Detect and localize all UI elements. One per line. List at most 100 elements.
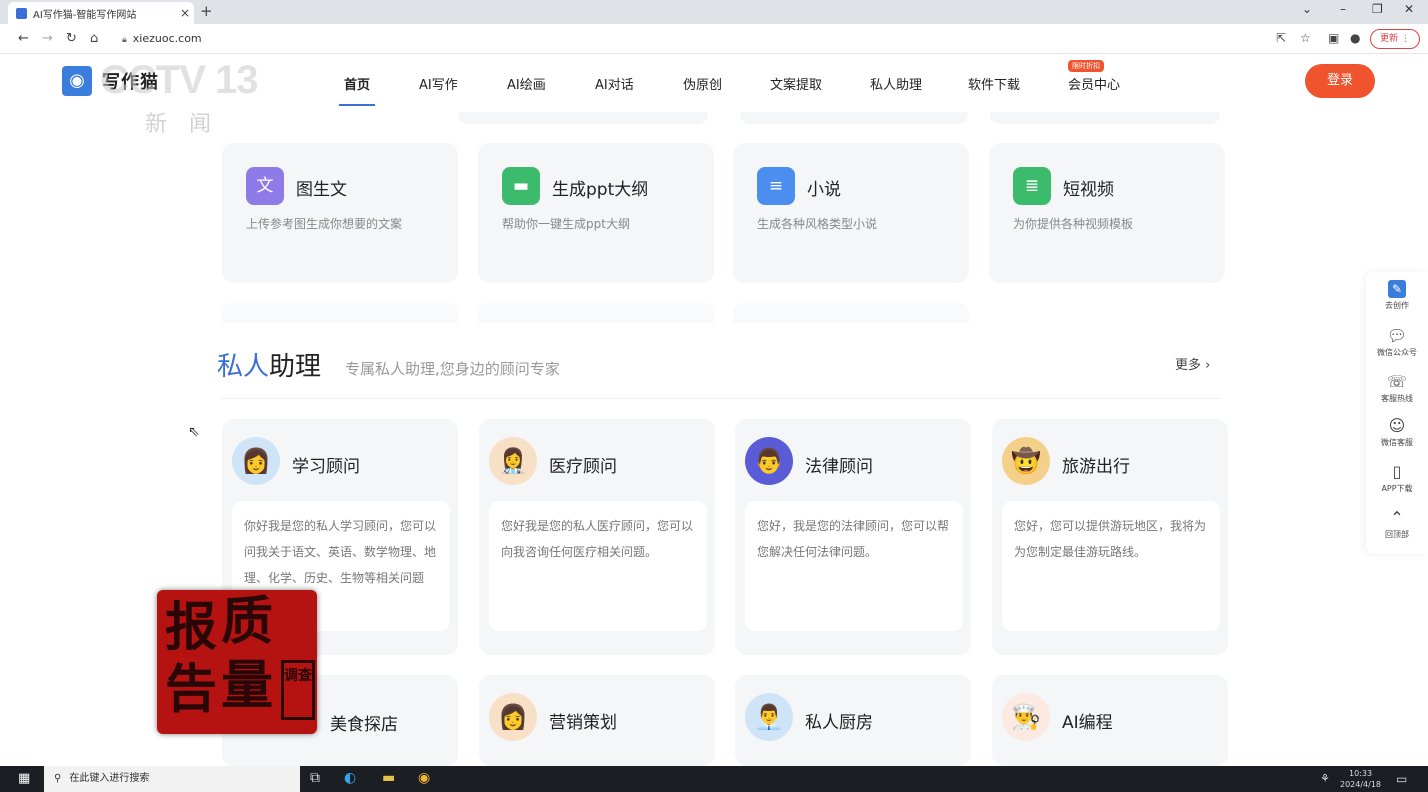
sidebar-create[interactable]: ✎ 去创作 <box>1366 280 1428 311</box>
phone-icon: ☏ <box>1386 372 1407 391</box>
more-link[interactable]: 更多 › <box>1175 354 1210 373</box>
stamp-mini-box: 调查 <box>281 660 315 720</box>
section-subtitle: 专属私人助理,您身边的顾问专家 <box>345 360 560 378</box>
sidebar-label: 微信客服 <box>1381 438 1413 447</box>
sidebar-wechat-official[interactable]: 💬︎ 微信公众号 <box>1366 326 1428 358</box>
browser-tab[interactable]: AI写作猫-智能写作网站 × <box>8 2 194 24</box>
phone-device-icon: ▯ <box>1392 462 1402 481</box>
sidebar-app-download[interactable]: ▯ APP下载 <box>1366 462 1428 494</box>
clock-date: 2024/4/18 <box>1340 780 1382 789</box>
card-edge <box>458 112 708 124</box>
assistant-card-legal[interactable]: 👨 法律顾问 您好，我是您的法律顾问，您可以帮您解决任何法律问题。 <box>735 419 971 655</box>
task-view-icon[interactable]: ⧉ <box>310 770 320 786</box>
mouse-cursor-icon: ⇖ <box>188 424 200 440</box>
smile-icon: ☺ <box>1388 416 1406 435</box>
cctv-watermark: CCTV 13 <box>100 58 258 102</box>
tool-card-ppt-outline[interactable]: ▬ 生成ppt大纲 帮助你一键生成ppt大纲 <box>478 143 714 283</box>
pencil-icon: ✎ <box>1388 280 1406 298</box>
bookmark-star-icon[interactable]: ☆ <box>1300 31 1311 45</box>
tool-title: 生成ppt大纲 <box>552 180 649 200</box>
floating-sidebar: ✎ 去创作 💬︎ 微信公众号 ☏ 客服热线 ☺ 微信客服 ▯ APP下载 ⌃ 回… <box>1366 272 1428 554</box>
assistant-title: 学习顾问 <box>292 457 360 477</box>
browser-tab-bar: AI写作猫-智能写作网站 × + ⌄ – ❐ ✕ <box>0 0 1428 24</box>
tool-card-image-to-text[interactable]: 文 图生文 上传参考图生成你想要的文案 <box>222 143 458 283</box>
assistant-card-kitchen[interactable]: 👨‍💼 私人厨房 <box>735 675 971 766</box>
bookmark-icon: ▬ <box>502 167 540 205</box>
assistant-title: 旅游出行 <box>1062 457 1130 477</box>
assistant-card-marketing[interactable]: 👩 营销策划 <box>479 675 715 766</box>
assistant-card-medical[interactable]: 👩‍⚕️ 医疗顾问 您好我是您的私人医疗顾问，您可以向我咨询任何医疗相关问题。 <box>479 419 715 655</box>
nav-copy-extract[interactable]: 文案提取 <box>770 74 822 93</box>
nav-ai-painting[interactable]: AI绘画 <box>507 74 546 93</box>
stamp-char: 质 <box>221 592 274 652</box>
image-text-icon: 文 <box>246 167 284 205</box>
sidebar-back-to-top[interactable]: ⌃ 回顶部 <box>1366 508 1428 540</box>
assistant-desc: 您好，我是您的法律顾问，您可以帮您解决任何法律问题。 <box>745 501 963 631</box>
new-tab-button[interactable]: + <box>200 2 213 20</box>
sidebar-label: 去创作 <box>1385 301 1409 310</box>
notification-icon[interactable]: ▭ <box>1396 772 1407 786</box>
tab-close-icon[interactable]: × <box>176 6 194 20</box>
minimize-button[interactable]: – <box>1340 2 1346 16</box>
tool-desc: 生成各种风格类型小说 <box>757 217 878 231</box>
taskbar-clock[interactable]: 10:33 2024/4/18 <box>1340 768 1381 790</box>
section-title-highlight: 私人 <box>217 352 270 382</box>
travel-advisor-avatar: 🤠 <box>1002 437 1050 485</box>
chat-icon: 💬︎ <box>1386 326 1408 345</box>
nav-member-center[interactable]: 会员中心 <box>1068 74 1120 93</box>
side-panel-icon[interactable]: ▣ <box>1328 31 1339 45</box>
tool-desc: 为你提供各种视频模板 <box>1013 217 1134 231</box>
card-edge <box>733 303 969 323</box>
cctv-watermark-sub: 新闻 <box>145 112 234 137</box>
profile-icon[interactable]: ● <box>1350 31 1360 45</box>
sidebar-label: 微信公众号 <box>1377 348 1417 357</box>
windows-start-icon[interactable]: ▦ <box>18 771 30 786</box>
nav-ai-chat[interactable]: AI对话 <box>595 74 634 93</box>
assistant-title: 营销策划 <box>549 713 617 733</box>
tool-card-short-video[interactable]: ≣ 短视频 为你提供各种视频模板 <box>989 143 1225 283</box>
lock-icon: 🔒︎ <box>122 35 127 45</box>
nav-home[interactable]: 首页 <box>344 74 370 93</box>
tab-title: AI写作猫-智能写作网站 <box>33 9 137 21</box>
member-discount-badge: 限时折扣 <box>1068 60 1104 72</box>
tool-title: 短视频 <box>1063 180 1114 200</box>
taskbar-search-placeholder: 在此键入进行搜索 <box>69 773 150 784</box>
share-icon[interactable]: ⇱ <box>1276 31 1286 45</box>
sidebar-wechat-service[interactable]: ☺ 微信客服 <box>1366 416 1428 448</box>
card-edge <box>740 112 968 124</box>
reload-icon[interactable]: ↻ <box>66 31 77 46</box>
url-field[interactable]: 🔒︎ xiezuoc.com <box>122 32 202 45</box>
taskbar-search[interactable]: ⚲ 在此键入进行搜索 <box>44 766 300 792</box>
sidebar-hotline[interactable]: ☏ 客服热线 <box>1366 372 1428 404</box>
section-title-rest: 助理 <box>269 352 322 382</box>
assistant-title: AI编程 <box>1062 713 1113 733</box>
chef-avatar: 👨‍🍳 <box>1002 693 1050 741</box>
home-icon[interactable]: ⌂ <box>90 31 98 46</box>
login-button[interactable]: 登录 <box>1305 64 1375 98</box>
assistant-card-travel[interactable]: 🤠 旅游出行 您好，您可以提供游玩地区，我将为为您制定最佳游玩路线。 <box>992 419 1228 655</box>
file-explorer-icon[interactable]: ▬ <box>382 770 395 786</box>
list-document-icon: ≣ <box>1013 167 1051 205</box>
search-icon: ⚲ <box>54 773 62 784</box>
nav-software-download[interactable]: 软件下载 <box>968 74 1020 93</box>
update-button[interactable]: 更新 ⋮ <box>1370 29 1420 49</box>
chrome-icon[interactable]: ◉ <box>418 770 430 786</box>
tool-title: 图生文 <box>296 180 347 200</box>
tab-search-icon[interactable]: ⌄ <box>1302 2 1312 16</box>
network-icon[interactable]: ⚘ <box>1320 772 1330 785</box>
assistant-title: 美食探店 <box>330 715 398 735</box>
restore-button[interactable]: ❐ <box>1372 2 1383 16</box>
nav-ai-writing[interactable]: AI写作 <box>419 74 458 93</box>
forward-icon[interactable]: → <box>42 31 53 46</box>
logo-icon[interactable]: ◉ <box>62 66 92 96</box>
close-window-button[interactable]: ✕ <box>1404 2 1414 16</box>
assistant-title: 私人厨房 <box>805 713 873 733</box>
tool-card-novel[interactable]: ≡ 小说 生成各种风格类型小说 <box>733 143 969 283</box>
nav-personal-assistant[interactable]: 私人助理 <box>870 74 922 93</box>
assistant-card-ai-coding[interactable]: 👨‍🍳 AI编程 <box>992 675 1228 766</box>
url-text: xiezuoc.com <box>132 32 202 45</box>
edge-icon[interactable]: ◐ <box>344 770 356 786</box>
nav-pseudo-original[interactable]: 伪原创 <box>683 74 722 93</box>
back-icon[interactable]: ← <box>18 31 29 46</box>
medical-advisor-avatar: 👩‍⚕️ <box>489 437 537 485</box>
